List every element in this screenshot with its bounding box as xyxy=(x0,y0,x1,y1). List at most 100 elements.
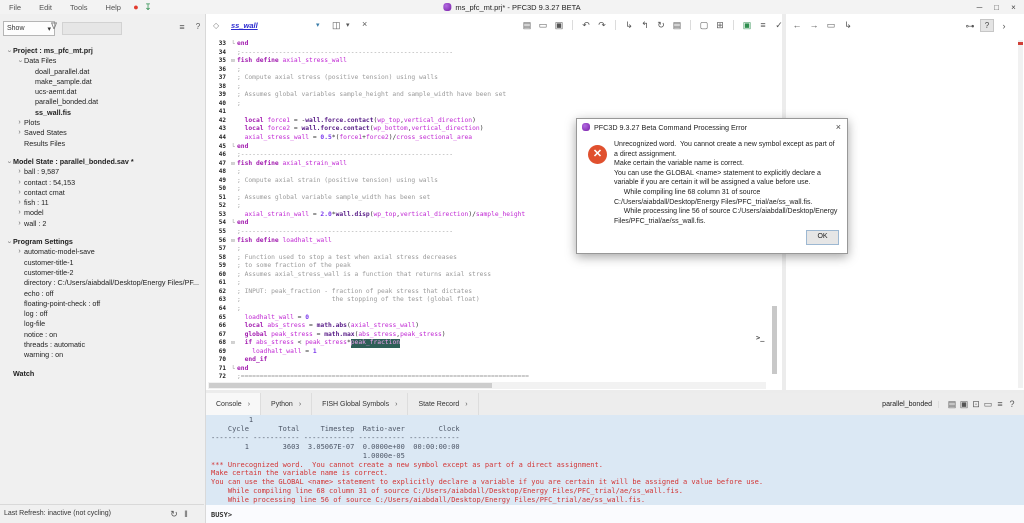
tree-item[interactable]: › wall : 2 xyxy=(0,219,205,229)
editor-options-icon[interactable]: ≡ xyxy=(757,19,769,31)
code-line[interactable]: 61; xyxy=(206,279,770,288)
tree-item[interactable]: › Model State : parallel_bonded.sav * xyxy=(0,157,205,167)
back-icon[interactable]: ← xyxy=(791,19,803,31)
code-line[interactable]: 59 ; to some fraction of the peak xyxy=(206,262,770,271)
redo-icon[interactable]: ↷ xyxy=(596,19,608,31)
console-help-icon[interactable]: ? xyxy=(1006,398,1018,410)
code-line[interactable]: 35 ⊟ fish define axial_stress_wall xyxy=(206,57,770,66)
refresh-icon[interactable]: ↻ xyxy=(168,508,180,520)
menu-edit[interactable]: Edit xyxy=(30,3,61,12)
code-line[interactable]: 34 ;-------------------------------------… xyxy=(206,49,770,58)
tree-arrow-icon[interactable]: › xyxy=(15,188,24,198)
reload-file-icon[interactable]: ↻ xyxy=(655,19,667,31)
tree-arrow-icon[interactable]: › xyxy=(3,158,13,167)
fold-marker-icon[interactable]: ⊟ xyxy=(229,339,237,348)
maximize-button[interactable]: □ xyxy=(988,3,1005,12)
tree-arrow-icon[interactable]: › xyxy=(3,238,13,247)
menu-file[interactable]: File xyxy=(0,3,30,12)
code-line[interactable]: 63 ; the stopping of the test (global flo… xyxy=(206,296,770,305)
tree-item[interactable]: customer-title-1 xyxy=(0,258,205,268)
code-line[interactable]: 65 loadhalt_wall = 0 xyxy=(206,314,770,323)
code-line[interactable]: 39 ; Assumes global variables sample_heig… xyxy=(206,91,770,100)
code-line[interactable]: 33 └ end xyxy=(206,40,770,49)
tree-item[interactable]: ss_wall.fis xyxy=(0,108,205,118)
tree-item[interactable]: threads : automatic xyxy=(0,340,205,350)
forward-icon[interactable]: → xyxy=(808,19,820,31)
tree-arrow-icon[interactable]: › xyxy=(15,198,24,208)
next-view-icon[interactable]: ⊞ xyxy=(714,19,726,31)
tree-item[interactable]: echo : off xyxy=(0,289,205,299)
save-file-icon[interactable]: ▣ xyxy=(553,19,565,31)
tree-arrow-icon[interactable]: › xyxy=(14,57,24,66)
pin-icon[interactable]: ⊶ xyxy=(964,20,976,32)
filter-icon[interactable]: ∇ xyxy=(51,21,57,32)
console-tab-state-record[interactable]: State Record › xyxy=(408,393,479,415)
tree-item[interactable]: log-file xyxy=(0,319,205,329)
tree-item[interactable]: warning : on xyxy=(0,350,205,360)
execute-icon[interactable]: ↳ xyxy=(842,19,854,31)
save-state-icon[interactable]: ▣ xyxy=(958,398,970,410)
dialog-close-icon[interactable]: × xyxy=(836,122,841,132)
show-dropdown[interactable]: Show ▾ xyxy=(3,21,55,36)
code-line[interactable]: 37 ; Compute axial stress (positive tensi… xyxy=(206,74,770,83)
tree-item[interactable]: › fish : 11 xyxy=(0,198,205,208)
tree-item[interactable]: make_sample.dat xyxy=(0,77,205,87)
tree-item[interactable]: › ball : 9,587 xyxy=(0,167,205,177)
tab-dropdown-icon[interactable]: ▾ xyxy=(316,21,320,29)
tree-item[interactable]: › Program Settings xyxy=(0,237,205,247)
open-folder-icon[interactable]: ▭ xyxy=(982,398,994,410)
code-line[interactable]: 68 ⊟ if abs_stress < peak_stress * peak_fra… xyxy=(206,339,770,348)
split-dropdown-icon[interactable]: ▾ xyxy=(346,21,350,29)
tree-item[interactable]: ucs-aemt.dat xyxy=(0,87,205,97)
code-line[interactable]: 60 ; Assumes axial_stress_wall is a funct… xyxy=(206,271,770,280)
code-line[interactable]: 66 local abs_stress = math.abs(axial_str… xyxy=(206,322,770,331)
tree-item[interactable]: floating-point-check : off xyxy=(0,299,205,309)
code-line[interactable]: 41 xyxy=(206,108,770,117)
dialog-titlebar[interactable]: PFC3D 9.3.27 Beta Command Processing Err… xyxy=(577,119,847,135)
copy-output-icon[interactable]: ⊡ xyxy=(970,398,982,410)
tree-arrow-icon[interactable]: › xyxy=(15,118,24,128)
tree-item[interactable]: › automatic-model-save xyxy=(0,247,205,257)
console-options-icon[interactable]: ≡ xyxy=(994,398,1006,410)
tab-ss-wall[interactable]: ss_wall xyxy=(231,21,258,30)
previous-view-icon[interactable]: ▢ xyxy=(698,19,710,31)
console-tab-console[interactable]: Console › xyxy=(206,393,262,415)
tree-item[interactable]: › contact : 54,153 xyxy=(0,178,205,188)
code-line[interactable]: 69 loadhalt_wall = 1 xyxy=(206,348,770,357)
menu-help[interactable]: Help xyxy=(97,3,130,12)
code-line[interactable]: 64; xyxy=(206,305,770,314)
panel-options-icon[interactable]: ≡ xyxy=(176,21,188,33)
tree-item[interactable]: › contact cmat xyxy=(0,188,205,198)
console-input[interactable]: BUSY> xyxy=(206,505,1024,523)
console-output[interactable]: 1 Cycle Total Timestep Ratio-aver Clock -… xyxy=(206,415,1024,506)
tree-arrow-icon[interactable]: › xyxy=(15,128,24,138)
close-button[interactable]: × xyxy=(1005,3,1022,12)
open-file-icon[interactable]: ▭ xyxy=(537,19,549,31)
editor-vscroll-thumb[interactable] xyxy=(772,306,777,374)
tree-arrow-icon[interactable]: › xyxy=(15,219,24,229)
code-line[interactable]: 72 ;=====================================… xyxy=(206,373,770,380)
execute-file-icon[interactable]: ↳ xyxy=(623,19,635,31)
code-line[interactable]: 67 global peak_stress = math.max(abs_str… xyxy=(206,331,770,340)
tree-item[interactable]: directory : C:/Users/aiabdall/Desktop/En… xyxy=(0,278,205,288)
tree-item[interactable]: › Plots xyxy=(0,118,205,128)
export-document-icon[interactable]: ▣ xyxy=(741,19,753,31)
minimize-button[interactable]: ─ xyxy=(971,3,988,12)
menu-tools[interactable]: Tools xyxy=(61,3,97,12)
tree-item[interactable]: › Project : ms_pfc_mt.prj xyxy=(0,46,205,56)
code-line[interactable]: 71 └ end xyxy=(206,365,770,374)
download-icon[interactable]: ↧ xyxy=(142,1,154,13)
tree-arrow-icon[interactable]: › xyxy=(3,47,13,56)
edit-document-icon[interactable]: ▤ xyxy=(671,19,683,31)
tree-item[interactable]: doall_parallel.dat xyxy=(0,67,205,77)
tree-item[interactable]: Results Files xyxy=(0,139,205,149)
tree-item[interactable]: customer-title-2 xyxy=(0,268,205,278)
secondary-scrollbar[interactable] xyxy=(1018,40,1023,388)
fold-marker-icon[interactable]: ⊟ xyxy=(229,237,237,246)
tree-arrow-icon[interactable]: › xyxy=(15,208,24,218)
hscroll-thumb[interactable] xyxy=(209,383,492,388)
tree-arrow-icon[interactable]: › xyxy=(15,247,24,257)
execute-selection-icon[interactable]: ↰ xyxy=(639,19,651,31)
tree-arrow-icon[interactable]: › xyxy=(15,178,24,188)
tab-close-icon[interactable]: × xyxy=(362,19,367,29)
